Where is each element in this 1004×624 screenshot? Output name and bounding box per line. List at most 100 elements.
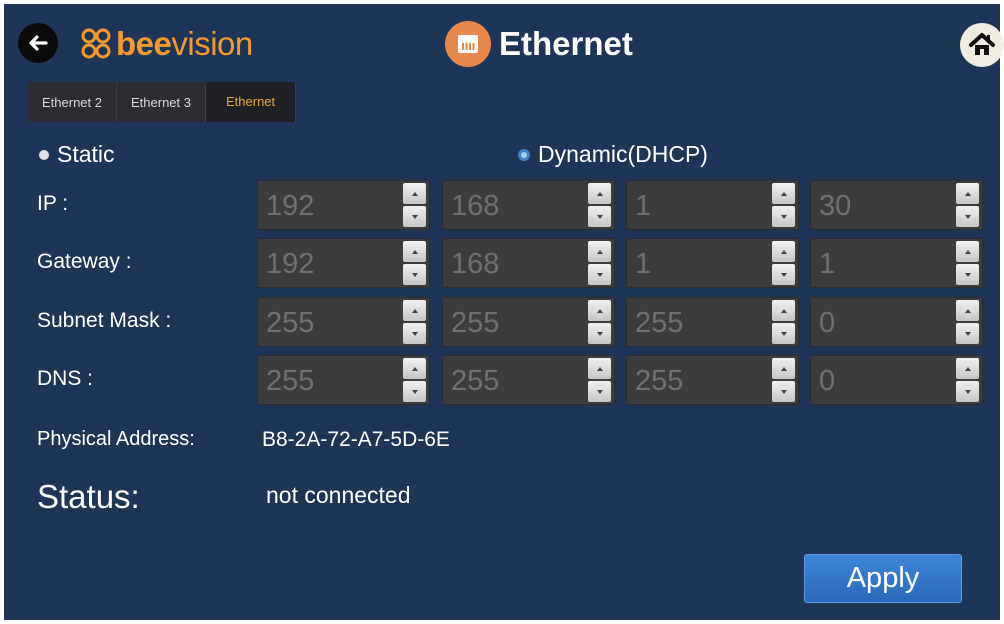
gateway-octet-2-value[interactable]: 168 [443, 239, 588, 287]
increment-button[interactable] [403, 183, 426, 204]
arrow-down-icon [596, 214, 603, 219]
decrement-button[interactable] [403, 264, 426, 285]
subnet-mask-octet-3-value[interactable]: 255 [627, 298, 772, 346]
ethernet-port-icon [445, 21, 491, 67]
arrow-down-icon [780, 272, 787, 277]
dns-octet-3-value[interactable]: 255 [627, 356, 772, 404]
ip-octet-2-value[interactable]: 168 [443, 181, 588, 229]
spin-arrows [588, 181, 614, 229]
dns-octet-1-value[interactable]: 255 [258, 356, 403, 404]
ip-octet-4-value[interactable]: 30 [811, 181, 956, 229]
decrement-button[interactable] [403, 381, 426, 402]
ip-octet-3-spinbox[interactable]: 1 [626, 180, 799, 230]
physical-address-value: B8-2A-72-A7-5D-6E [262, 428, 450, 451]
gateway-octet-2-spinbox[interactable]: 168 [442, 238, 615, 288]
increment-button[interactable] [588, 358, 611, 379]
dns-octet-4-spinbox[interactable]: 0 [810, 355, 983, 405]
dns-octet-2-value[interactable]: 255 [443, 356, 588, 404]
static-radio[interactable]: Static [39, 141, 115, 168]
apply-button[interactable]: Apply [804, 554, 962, 603]
decrement-button[interactable] [588, 323, 611, 344]
ip-octet-4-spinbox[interactable]: 30 [810, 180, 983, 230]
subnet-mask-octet-4-spinbox[interactable]: 0 [810, 297, 983, 347]
dhcp-radio-dot [518, 148, 530, 161]
subnet-mask-octet-4-value[interactable]: 0 [811, 298, 956, 346]
gateway-octet-4-value[interactable]: 1 [811, 239, 956, 287]
arrow-down-icon [411, 389, 418, 394]
tab-ethernet-3[interactable]: Ethernet 3 [117, 82, 206, 122]
increment-button[interactable] [588, 300, 611, 321]
decrement-button[interactable] [956, 264, 979, 285]
gateway-octet-4-spinbox[interactable]: 1 [810, 238, 983, 288]
beevision-logo-icon [81, 28, 111, 59]
dns-octet-3-spinbox[interactable]: 255 [626, 355, 799, 405]
tab-ethernet[interactable]: Ethernet [206, 82, 297, 122]
gateway-octet-1-value[interactable]: 192 [258, 239, 403, 287]
dhcp-radio[interactable]: Dynamic(DHCP) [518, 141, 708, 168]
decrement-button[interactable] [403, 323, 426, 344]
tab-ethernet-2[interactable]: Ethernet 2 [28, 82, 117, 122]
increment-button[interactable] [956, 241, 979, 262]
arrow-down-icon [411, 272, 418, 277]
decrement-button[interactable] [772, 264, 795, 285]
home-button[interactable] [960, 23, 1004, 67]
decrement-button[interactable] [588, 206, 611, 227]
arrow-down-icon [411, 214, 418, 219]
subnet-mask-octet-3-spinbox[interactable]: 255 [626, 297, 799, 347]
decrement-button[interactable] [403, 206, 426, 227]
subnet-mask-octet-2-spinbox[interactable]: 255 [442, 297, 615, 347]
subnet-mask-octet-2-value[interactable]: 255 [443, 298, 588, 346]
spin-arrows [403, 239, 429, 287]
arrow-up-icon [596, 308, 603, 313]
decrement-button[interactable] [588, 381, 611, 402]
dns-octet-4-value[interactable]: 0 [811, 356, 956, 404]
increment-button[interactable] [588, 183, 611, 204]
ip-label: IP : [37, 192, 69, 215]
arrow-up-icon [780, 191, 787, 196]
subnet-mask-octet-1-value[interactable]: 255 [258, 298, 403, 346]
ip-octet-1-spinbox[interactable]: 192 [257, 180, 430, 230]
ip-octet-3-value[interactable]: 1 [627, 181, 772, 229]
arrow-up-icon [964, 308, 971, 313]
arrow-up-icon [596, 366, 603, 371]
interface-tabs: Ethernet 2 Ethernet 3 Ethernet [28, 82, 297, 122]
increment-button[interactable] [403, 300, 426, 321]
arrow-down-icon [596, 272, 603, 277]
decrement-button[interactable] [956, 381, 979, 402]
decrement-button[interactable] [588, 264, 611, 285]
increment-button[interactable] [772, 358, 795, 379]
increment-button[interactable] [403, 358, 426, 379]
gateway-octet-3-spinbox[interactable]: 1 [626, 238, 799, 288]
increment-button[interactable] [956, 183, 979, 204]
back-button[interactable] [18, 23, 58, 63]
arrow-down-icon [411, 331, 418, 336]
increment-button[interactable] [588, 241, 611, 262]
increment-button[interactable] [956, 300, 979, 321]
decrement-button[interactable] [772, 323, 795, 344]
increment-button[interactable] [772, 183, 795, 204]
ip-octet-1-value[interactable]: 192 [258, 181, 403, 229]
arrow-up-icon [780, 249, 787, 254]
increment-button[interactable] [403, 241, 426, 262]
arrow-down-icon [780, 331, 787, 336]
ethernet-settings-screen: beevision Ethernet Ethernet 2 Ethernet 3… [4, 4, 1004, 620]
decrement-button[interactable] [956, 206, 979, 227]
decrement-button[interactable] [772, 206, 795, 227]
increment-button[interactable] [772, 241, 795, 262]
ip-octet-2-spinbox[interactable]: 168 [442, 180, 615, 230]
arrow-up-icon [780, 308, 787, 313]
status-value: not connected [266, 482, 411, 508]
increment-button[interactable] [772, 300, 795, 321]
spin-arrows [956, 181, 982, 229]
gateway-octet-1-spinbox[interactable]: 192 [257, 238, 430, 288]
dns-octet-2-spinbox[interactable]: 255 [442, 355, 615, 405]
decrement-button[interactable] [956, 323, 979, 344]
decrement-button[interactable] [772, 381, 795, 402]
subnet-mask-octet-1-spinbox[interactable]: 255 [257, 297, 430, 347]
gateway-octet-3-value[interactable]: 1 [627, 239, 772, 287]
arrow-up-icon [964, 191, 971, 196]
beevision-logo: beevision [80, 24, 253, 64]
arrow-up-icon [411, 308, 418, 313]
dns-octet-1-spinbox[interactable]: 255 [257, 355, 430, 405]
increment-button[interactable] [956, 358, 979, 379]
